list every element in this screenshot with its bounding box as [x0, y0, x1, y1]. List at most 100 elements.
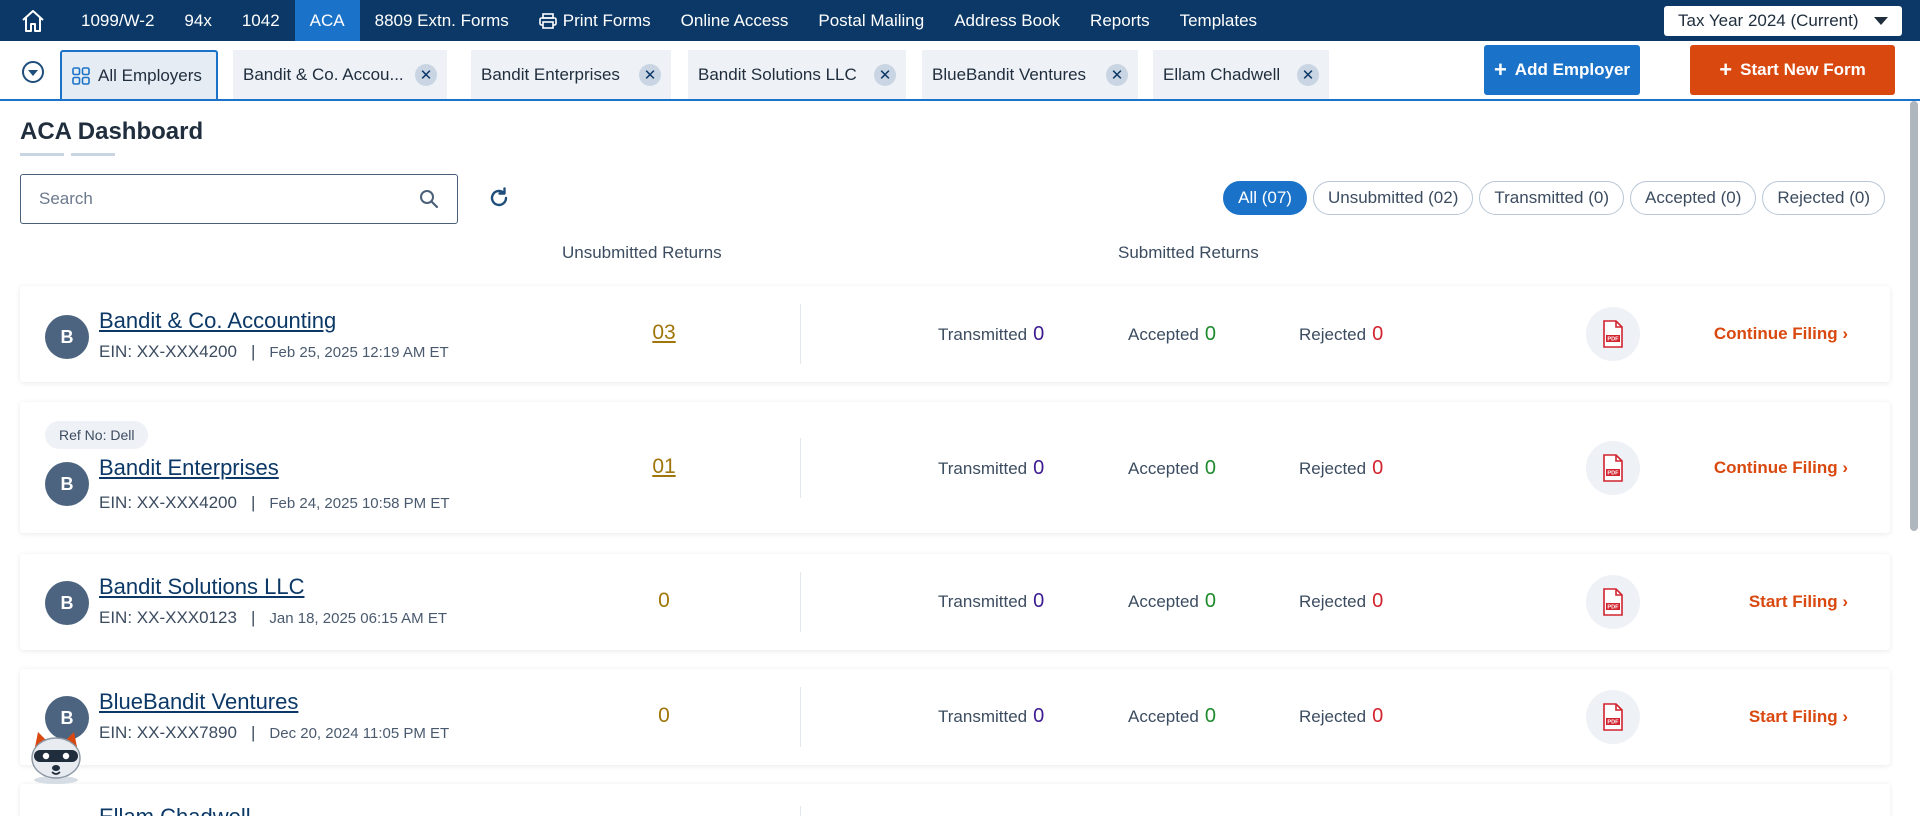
- transmitted-label: Transmitted: [938, 707, 1028, 726]
- transmitted-stat: Transmitted 0: [938, 323, 1044, 346]
- pdf-icon: PDF: [1603, 588, 1623, 616]
- meta-separator: |: [250, 608, 256, 627]
- accepted-stat: Accepted 0: [1128, 590, 1216, 613]
- transmitted-count: 0: [1033, 590, 1045, 612]
- tab-employer[interactable]: BlueBandit Ventures ✕: [922, 50, 1138, 99]
- employer-name-link[interactable]: Bandit & Co. Accounting: [99, 308, 336, 334]
- nav-address-book[interactable]: Address Book: [939, 0, 1075, 41]
- assistant-mascot-icon[interactable]: [24, 722, 88, 786]
- title-underline: [71, 153, 115, 156]
- nav-1042[interactable]: 1042: [227, 0, 295, 41]
- employer-name-link[interactable]: Bandit Solutions LLC: [99, 574, 304, 600]
- employer-meta: EIN: XX-XXX4200 | Feb 25, 2025 12:19 AM ET: [99, 342, 449, 362]
- close-icon[interactable]: ✕: [1106, 63, 1128, 86]
- nav-94x[interactable]: 94x: [169, 0, 226, 41]
- chevron-right-icon: ›: [1842, 707, 1848, 726]
- close-icon[interactable]: ✕: [1297, 63, 1319, 86]
- tax-year-select[interactable]: Tax Year 2024 (Current): [1664, 6, 1902, 36]
- refresh-icon[interactable]: [487, 186, 511, 210]
- employer-meta: EIN: XX-XXX0123 | Jan 18, 2025 06:15 AM ET: [99, 608, 447, 628]
- add-employer-button[interactable]: + Add Employer: [1484, 45, 1640, 95]
- unsubmitted-count: 0: [658, 589, 670, 612]
- start-filing-link[interactable]: Start Filing ›: [1749, 707, 1848, 727]
- chevron-right-icon: ›: [1842, 592, 1848, 611]
- tab-all-employers[interactable]: All Employers: [60, 50, 218, 99]
- page-scrollbar[interactable]: [1910, 101, 1918, 531]
- unsubmitted-count-link[interactable]: 03: [634, 321, 694, 345]
- nav-1099-w2[interactable]: 1099/W-2: [66, 0, 169, 41]
- nav-8809-extn-forms[interactable]: 8809 Extn. Forms: [360, 0, 524, 41]
- tab-employer-label: BlueBandit Ventures: [932, 64, 1087, 84]
- action-label: Start Filing: [1748, 707, 1838, 726]
- nav-reports[interactable]: Reports: [1075, 0, 1165, 41]
- employer-date: Jan 18, 2025 06:15 AM ET: [269, 610, 448, 627]
- pdf-download-button[interactable]: PDF: [1586, 575, 1640, 629]
- chevron-right-icon: ›: [1842, 458, 1848, 477]
- continue-filing-link[interactable]: Continue Filing ›: [1714, 458, 1848, 478]
- transmitted-label: Transmitted: [938, 592, 1028, 611]
- home-icon: [22, 9, 44, 32]
- action-label: Continue Filing: [1713, 324, 1838, 343]
- employer-row: Ref No: Dell B Bandit Enterprises EIN: X…: [20, 402, 1890, 533]
- close-icon[interactable]: ✕: [415, 63, 437, 86]
- nav-postal-mailing[interactable]: Postal Mailing: [803, 0, 939, 41]
- tab-employer[interactable]: Ellam Chadwell ✕: [1153, 50, 1329, 99]
- nav-aca[interactable]: ACA: [294, 0, 360, 41]
- employer-name-link[interactable]: BlueBandit Ventures: [99, 689, 298, 715]
- row-divider: [800, 687, 801, 747]
- meta-separator: |: [250, 342, 256, 361]
- employer-ein: EIN: XX-XXX0123: [99, 608, 237, 627]
- filter-transmitted[interactable]: Transmitted (0): [1479, 181, 1624, 215]
- transmitted-label: Transmitted: [938, 325, 1028, 344]
- rejected-stat: Rejected 0: [1299, 323, 1383, 346]
- filter-unsubmitted[interactable]: Unsubmitted (02): [1312, 181, 1474, 215]
- search-field[interactable]: [20, 174, 458, 224]
- transmitted-count: 0: [1033, 323, 1045, 345]
- avatar: B: [45, 315, 89, 359]
- accepted-label: Accepted: [1128, 592, 1199, 611]
- title-underline: [20, 153, 64, 156]
- tab-employer-label: Bandit & Co. Accou...: [243, 64, 404, 84]
- unsubmitted-count-link[interactable]: 01: [634, 455, 694, 479]
- tab-employer[interactable]: Bandit Enterprises ✕: [471, 50, 671, 99]
- nav-print-forms[interactable]: Print Forms: [524, 0, 666, 41]
- nav-online-access[interactable]: Online Access: [666, 0, 804, 41]
- tab-employer[interactable]: Bandit & Co. Accou... ✕: [233, 50, 447, 99]
- tab-employer-label: Bandit Solutions LLC: [698, 64, 857, 84]
- pdf-download-button[interactable]: PDF: [1586, 307, 1640, 361]
- accepted-count: 0: [1204, 705, 1217, 727]
- close-icon[interactable]: ✕: [874, 63, 896, 86]
- employer-name-link[interactable]: Bandit Enterprises: [99, 455, 279, 481]
- page-title: ACA Dashboard: [20, 118, 204, 145]
- employer-ein: EIN: XX-XXX7890: [99, 723, 237, 742]
- tab-employer[interactable]: Bandit Solutions LLC ✕: [688, 50, 906, 99]
- filter-accepted[interactable]: Accepted (0): [1630, 181, 1757, 215]
- rejected-count: 0: [1372, 705, 1384, 727]
- close-icon[interactable]: ✕: [639, 63, 661, 86]
- rejected-label: Rejected: [1299, 592, 1367, 611]
- rejected-count: 0: [1372, 323, 1384, 345]
- nav-templates[interactable]: Templates: [1165, 0, 1272, 41]
- printer-icon: [538, 12, 557, 29]
- add-employer-label: Add Employer: [1514, 60, 1631, 79]
- collapse-tabs-button[interactable]: [22, 61, 44, 83]
- column-header-unsubmitted: Unsubmitted Returns: [562, 243, 722, 262]
- search-icon[interactable]: [419, 189, 439, 209]
- pdf-download-button[interactable]: PDF: [1586, 690, 1640, 744]
- employer-date: Feb 24, 2025 10:58 PM ET: [269, 495, 450, 512]
- accepted-label: Accepted: [1128, 707, 1199, 726]
- filter-rejected[interactable]: Rejected (0): [1762, 181, 1885, 215]
- accepted-count: 0: [1204, 323, 1217, 345]
- start-filing-link[interactable]: Start Filing ›: [1749, 592, 1848, 612]
- avatar: B: [45, 462, 89, 506]
- filter-all[interactable]: All (07): [1223, 181, 1307, 215]
- employer-name-link[interactable]: Ellam Chadwell: [99, 804, 251, 816]
- home-button[interactable]: [0, 0, 66, 41]
- action-label: Continue Filing: [1713, 458, 1838, 477]
- continue-filing-link[interactable]: Continue Filing ›: [1714, 324, 1848, 344]
- svg-text:PDF: PDF: [1607, 337, 1619, 343]
- transmitted-count: 0: [1033, 457, 1045, 479]
- search-input[interactable]: [39, 189, 419, 209]
- start-new-form-button[interactable]: + Start New Form: [1690, 45, 1895, 95]
- pdf-download-button[interactable]: PDF: [1586, 441, 1640, 495]
